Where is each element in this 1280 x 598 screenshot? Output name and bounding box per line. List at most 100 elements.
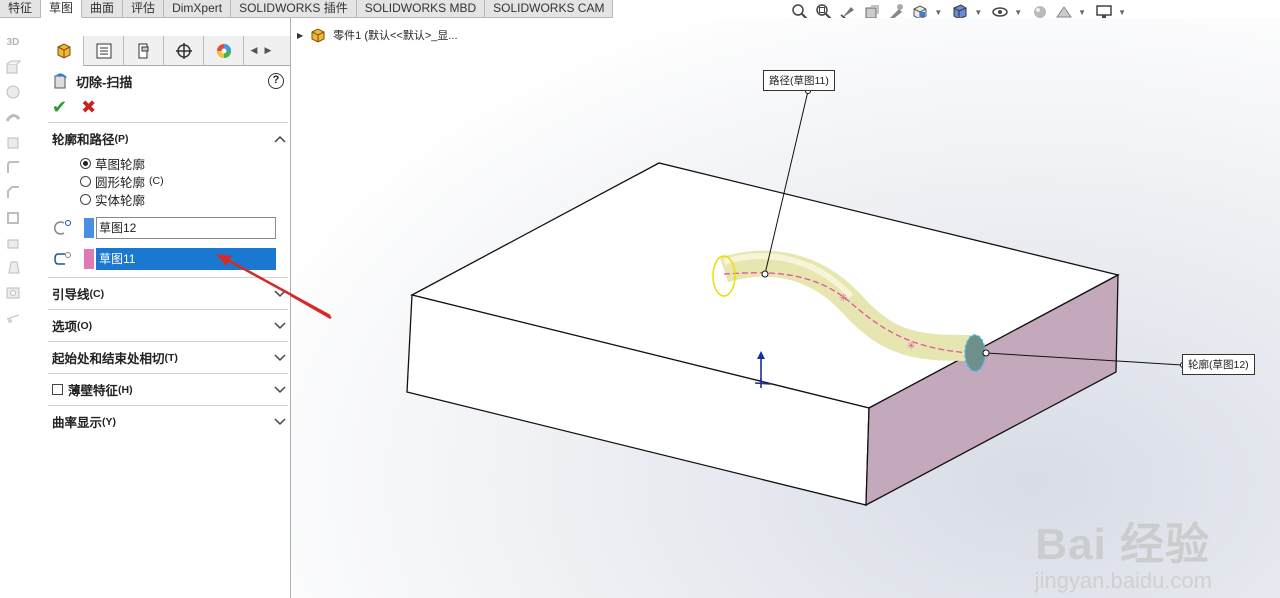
- group-guide-curves: 引导线 (C): [48, 277, 288, 309]
- chevron-down-icon[interactable]: ▼: [1078, 8, 1086, 17]
- group-label: 选项: [52, 320, 78, 334]
- radio-label: 圆形轮廓: [95, 175, 146, 190]
- tab-evaluate[interactable]: 评估: [123, 0, 165, 18]
- group-start-end-tangency: 起始处和结束处相切 (T): [48, 341, 288, 373]
- hole-wizard-icon[interactable]: [4, 282, 22, 302]
- group-header-tangency[interactable]: 起始处和结束处相切 (T): [48, 342, 288, 373]
- group-thin-feature: 薄壁特征 (H): [48, 373, 288, 405]
- sweep-icon[interactable]: [4, 107, 22, 127]
- chevron-down-icon[interactable]: [274, 415, 286, 429]
- fillet-icon[interactable]: [4, 157, 22, 177]
- path-point-marker: ✳: [907, 341, 915, 352]
- color-wheel-icon: [216, 44, 231, 58]
- annotation-arrow: [291, 293, 332, 320]
- chevron-down-icon[interactable]: ▼: [934, 8, 942, 17]
- chamfer-icon[interactable]: [4, 182, 22, 202]
- group-curvature-display: 曲率显示 (Y): [48, 405, 288, 437]
- configuration-icon: [138, 43, 148, 59]
- path-callout-anchor: [761, 270, 769, 278]
- radio-button[interactable]: [80, 157, 91, 169]
- command-manager-tabs: 特征 草图 曲面 评估 DimXpert SOLIDWORKS 插件 SOLID…: [0, 0, 614, 18]
- profile-callout-label: 轮廓(草图12): [1182, 354, 1255, 375]
- group-header-profile-path[interactable]: 轮廓和路径 (P): [48, 123, 288, 154]
- 3d-view-icon[interactable]: 3D: [4, 32, 22, 52]
- profile-field[interactable]: 草图12: [96, 217, 276, 239]
- scroll-right-icon[interactable]: ▶: [262, 45, 274, 56]
- page-title: 切除-扫描: [76, 74, 133, 90]
- path-point-marker: ✳: [839, 293, 847, 304]
- loft-icon[interactable]: [4, 132, 22, 152]
- ok-button[interactable]: ✔: [52, 97, 67, 118]
- chevron-down-icon[interactable]: [274, 319, 286, 333]
- tab-property-manager[interactable]: [84, 36, 124, 66]
- tab-solidworks-addins[interactable]: SOLIDWORKS 插件: [231, 0, 357, 18]
- chevron-down-icon[interactable]: [274, 383, 286, 397]
- group-accel: (P): [114, 132, 129, 145]
- tab-configuration-manager[interactable]: [124, 36, 164, 66]
- tab-sketch[interactable]: 草图: [41, 0, 83, 18]
- path-selection-row: 草图11: [48, 247, 288, 271]
- tab-feature-manager[interactable]: [44, 36, 84, 66]
- origin-x-axis: [754, 382, 772, 385]
- crosshair-icon: [175, 43, 192, 59]
- chevron-down-icon[interactable]: [274, 351, 286, 365]
- group-label: 引导线: [52, 288, 90, 302]
- chevron-down-icon[interactable]: [274, 287, 286, 301]
- profile-selection-row: 草图12: [48, 216, 288, 240]
- thin-feature-checkbox[interactable]: [52, 384, 63, 395]
- rib-icon[interactable]: [4, 232, 22, 252]
- feature-tree-icon: [57, 43, 70, 59]
- property-manager: ◀ ▶ 切除-扫描 ? ✔ ✖ 轮廓和路径 (P) 草图轮廓 圆形轮廓 (C) 实体…: [44, 36, 292, 598]
- ok-cancel-row: ✔ ✖: [44, 96, 292, 118]
- group-accel: (Y): [102, 415, 117, 428]
- radio-accel: (C): [149, 175, 164, 187]
- radio-button[interactable]: [80, 175, 91, 187]
- path-icon: [52, 249, 80, 269]
- tab-features[interactable]: 特征: [0, 0, 42, 18]
- radio-circular-profile[interactable]: 圆形轮廓 (C): [48, 172, 288, 190]
- watermark-url: jingyan.baidu.com: [1034, 568, 1212, 593]
- panel-tab-bar: ◀ ▶: [44, 36, 292, 66]
- radio-button[interactable]: [80, 193, 91, 205]
- radio-label: 实体轮廓: [95, 193, 146, 208]
- extrude-icon[interactable]: [4, 57, 22, 77]
- reference-geometry-icon[interactable]: [4, 307, 22, 327]
- radio-label: 草图轮廓: [95, 157, 146, 172]
- radio-sketch-profile[interactable]: 草图轮廓: [48, 154, 288, 172]
- draft-icon[interactable]: [4, 257, 22, 277]
- shell-icon[interactable]: [4, 207, 22, 227]
- tab-surfaces[interactable]: 曲面: [82, 0, 124, 18]
- tab-solidworks-cam[interactable]: SOLIDWORKS CAM: [485, 0, 614, 18]
- cut-sweep-icon: [54, 73, 67, 89]
- group-header-curvature-display[interactable]: 曲率显示 (Y): [48, 406, 288, 437]
- group-accel: (T): [164, 351, 178, 364]
- chevron-up-icon[interactable]: [274, 132, 286, 146]
- radio-solid-profile[interactable]: 实体轮廓: [48, 190, 288, 208]
- tab-dimxpert-manager[interactable]: [164, 36, 204, 66]
- group-header-guide-curves[interactable]: 引导线 (C): [48, 278, 288, 309]
- help-button[interactable]: ?: [268, 73, 284, 89]
- chevron-down-icon[interactable]: ▼: [974, 8, 982, 17]
- graphics-area[interactable]: ▶ 零件1 (默认<<默认>_显... ✳ ✳ 路径(草图11) 轮廓(草图12…: [291, 18, 1280, 598]
- tab-solidworks-mbd[interactable]: SOLIDWORKS MBD: [357, 0, 486, 18]
- panel-title-row: 切除-扫描 ?: [44, 66, 292, 96]
- revolve-icon[interactable]: [4, 82, 22, 102]
- group-accel: (C): [89, 287, 105, 300]
- tab-dimxpert[interactable]: DimXpert: [164, 0, 232, 18]
- cancel-button[interactable]: ✖: [81, 97, 96, 118]
- chevron-down-icon[interactable]: ▼: [1014, 8, 1022, 17]
- path-field[interactable]: 草图11: [96, 248, 276, 270]
- chevron-down-icon[interactable]: ▼: [1118, 8, 1126, 17]
- group-options: 选项 (O): [48, 309, 288, 341]
- group-accel: (O): [77, 319, 93, 332]
- group-accel: (H): [118, 383, 133, 396]
- group-header-thin-feature[interactable]: 薄壁特征 (H): [48, 374, 288, 405]
- left-icon-strip: 3D: [0, 32, 26, 327]
- profile-color-swatch: [84, 218, 94, 238]
- watermark-logo: Bai 经验: [1035, 520, 1210, 569]
- group-header-options[interactable]: 选项 (O): [48, 310, 288, 341]
- path-color-swatch: [84, 249, 94, 269]
- scroll-left-icon[interactable]: ◀: [248, 45, 260, 56]
- profile-icon: [52, 218, 80, 238]
- tab-display-manager[interactable]: [204, 36, 244, 66]
